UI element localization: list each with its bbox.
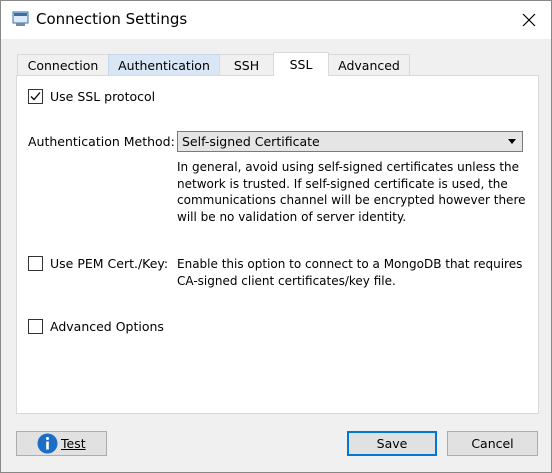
tab-label: Authentication: [118, 58, 210, 73]
save-button-label: Save: [376, 436, 408, 451]
auth-method-select[interactable]: Self-signed Certificate: [177, 131, 523, 152]
close-button[interactable]: [507, 1, 551, 39]
advanced-options-checkbox[interactable]: [28, 319, 43, 334]
cancel-button-label: Cancel: [471, 436, 514, 451]
tab-advanced[interactable]: Advanced: [328, 54, 410, 76]
test-button-label: Test: [61, 436, 86, 451]
tab-ssl[interactable]: SSL: [273, 52, 329, 76]
use-ssl-checkbox[interactable]: [28, 89, 43, 104]
auth-method-label: Authentication Method:: [28, 134, 175, 149]
checkmark-icon: [30, 92, 41, 101]
connection-settings-window: Connection Settings Connection Authentic…: [0, 0, 552, 473]
auth-method-description: In general, avoid using self-signed cert…: [177, 159, 526, 225]
tab-label: SSH: [233, 58, 260, 73]
save-button[interactable]: Save: [347, 431, 437, 456]
description-line: CA-signed client certificates/key file.: [177, 273, 396, 288]
description-line: In general, avoid using self-signed cert…: [177, 160, 520, 174]
description-line: Enable this option to connect to a Mongo…: [177, 257, 523, 271]
close-icon: [522, 13, 536, 27]
use-ssl-label[interactable]: Use SSL protocol: [50, 89, 155, 104]
tab-authentication[interactable]: Authentication: [108, 54, 220, 76]
tab-label: Advanced: [338, 58, 400, 73]
description-line: will be no validation of server identity…: [177, 209, 407, 224]
auth-method-value: Self-signed Certificate: [182, 134, 320, 149]
pem-description: Enable this option to connect to a Mongo…: [177, 256, 522, 289]
tab-label: SSL: [289, 57, 313, 72]
cancel-button[interactable]: Cancel: [447, 431, 538, 456]
settings-tabs: Connection Authentication SSH SSL Advanc…: [17, 52, 410, 76]
use-pem-checkbox[interactable]: [28, 256, 43, 271]
description-line: communications channel will be encrypted…: [177, 193, 526, 207]
info-icon: [37, 433, 58, 454]
title-bar: Connection Settings: [1, 1, 551, 39]
description-line: network is trusted. If self-signed certi…: [177, 176, 508, 191]
tab-connection[interactable]: Connection: [17, 54, 109, 76]
tab-ssh[interactable]: SSH: [219, 54, 274, 76]
test-button[interactable]: Test: [16, 431, 107, 456]
tab-label: Connection: [27, 58, 99, 73]
window-title: Connection Settings: [36, 10, 188, 28]
use-pem-label[interactable]: Use PEM Cert./Key:: [50, 256, 168, 271]
app-window-icon: [12, 11, 29, 26]
dropdown-arrow-icon: [508, 139, 516, 144]
ssl-panel: [16, 75, 539, 414]
advanced-options-label[interactable]: Advanced Options: [50, 319, 164, 334]
